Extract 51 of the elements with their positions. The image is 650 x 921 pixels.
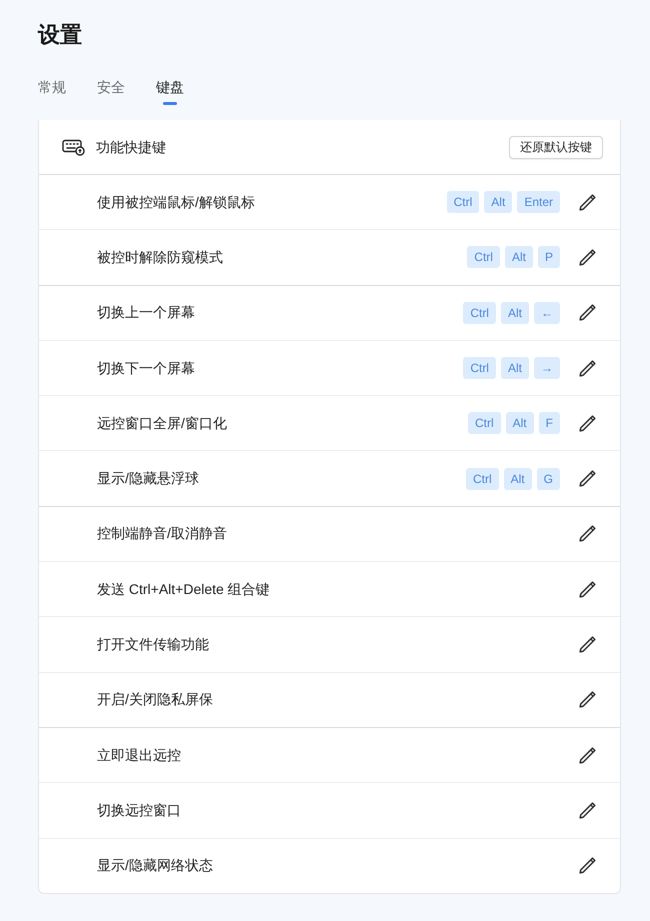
section-title: 功能快捷键 — [96, 138, 166, 156]
shortcut-label: 显示/隐藏网络状态 — [97, 856, 213, 876]
shortcut-key: Alt — [504, 246, 533, 268]
shortcut-label: 切换上一个屏幕 — [97, 303, 195, 322]
pencil-icon[interactable] — [579, 414, 596, 432]
pencil-icon[interactable] — [579, 470, 596, 488]
pencil-icon[interactable] — [579, 857, 596, 874]
pencil-icon[interactable] — [579, 525, 596, 542]
shortcut-label: 使用被控端鼠标/解锁鼠标 — [97, 192, 255, 212]
shortcut-key: Ctrl — [466, 468, 499, 490]
shortcut-key: Ctrl — [463, 357, 496, 380]
shortcut-label: 开启/关闭隐私屏保 — [97, 690, 213, 710]
pencil-icon[interactable] — [579, 304, 596, 322]
shortcut-key: Alt — [484, 191, 512, 214]
shortcut-key: ← — [534, 302, 560, 324]
shortcut-key: Ctrl — [468, 412, 501, 434]
shortcut-label: 发送 Ctrl+Alt+Delete 组合键 — [97, 580, 270, 599]
shortcut-key: Alt — [500, 302, 529, 324]
keyboard-icon — [62, 138, 85, 156]
pencil-icon[interactable] — [579, 636, 596, 654]
shortcut-key: Ctrl — [463, 302, 496, 324]
shortcut-label: 显示/隐藏悬浮球 — [97, 469, 199, 488]
shortcut-key: F — [538, 412, 560, 434]
pencil-icon[interactable] — [579, 691, 596, 708]
pencil-icon[interactable] — [579, 194, 596, 211]
shortcut-label: 切换下一个屏幕 — [97, 358, 195, 378]
shortcut-key: P — [538, 246, 560, 268]
shortcut-key: G — [536, 468, 560, 490]
shortcut-key: Enter — [517, 191, 560, 214]
shortcut-key: → — [534, 357, 560, 380]
tab[interactable]: 常规 — [38, 77, 66, 105]
shortcut-label: 控制端静音/取消静音 — [97, 524, 227, 544]
pencil-icon[interactable] — [579, 580, 596, 598]
pencil-icon[interactable] — [579, 746, 596, 764]
shortcut-label: 立即退出远控 — [97, 746, 181, 765]
reset-button[interactable]: 还原默认按键 — [509, 136, 603, 158]
shortcut-key: Alt — [504, 468, 532, 490]
shortcut-key: Alt — [500, 357, 529, 380]
tab[interactable]: 安全 — [97, 77, 125, 105]
shortcut-key: Ctrl — [446, 191, 480, 214]
tab[interactable]: 键盘 — [156, 77, 184, 105]
page-title: 设置 — [38, 21, 82, 49]
pencil-icon[interactable] — [579, 248, 596, 266]
shortcut-label: 被控时解除防窥模式 — [97, 248, 223, 267]
pencil-icon[interactable] — [579, 360, 596, 377]
shortcut-label: 切换远控窗口 — [97, 800, 181, 820]
pencil-icon[interactable] — [579, 802, 596, 819]
shortcut-key: Ctrl — [467, 246, 500, 268]
shortcut-key: Alt — [506, 412, 534, 434]
shortcut-label: 打开文件传输功能 — [97, 635, 209, 654]
shortcut-label: 远控窗口全屏/窗口化 — [97, 414, 227, 433]
